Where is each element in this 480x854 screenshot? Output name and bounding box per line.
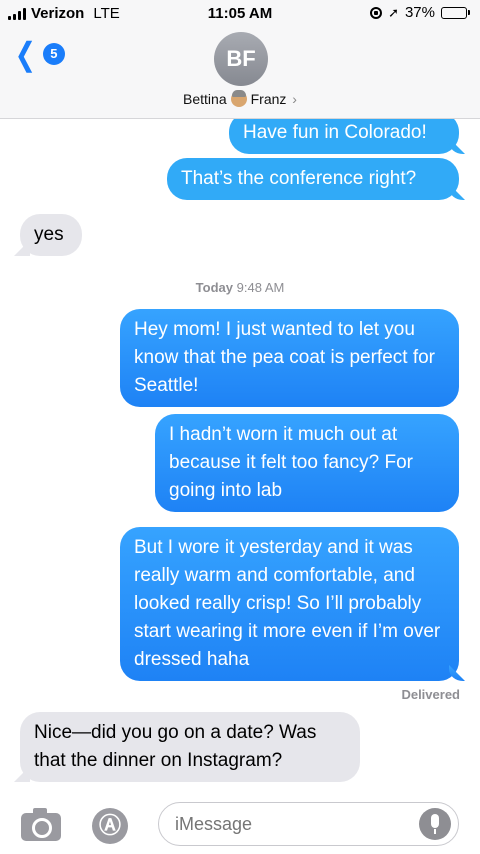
compose-bar: Ⓐ — [0, 798, 480, 854]
app-store-button[interactable]: Ⓐ — [92, 808, 128, 844]
thread-timestamp: Today 9:48 AM — [0, 280, 480, 295]
contact-name-button[interactable]: Bettina Franz › — [0, 90, 480, 107]
back-button[interactable]: ❮ 5 — [12, 38, 65, 70]
message-outgoing[interactable]: That’s the conference right? — [167, 158, 459, 200]
message-text: Have fun in Colorado! — [243, 122, 427, 143]
grandma-face-icon — [230, 90, 247, 107]
message-text: But I wore it yesterday and it was reall… — [134, 537, 441, 670]
conversation-header: Verizon LTE 11:05 AM ➚ 37% ❮ 5 BF Bettin… — [0, 0, 480, 119]
message-text: Hey mom! I just wanted to let you know t… — [134, 319, 436, 396]
contact-first-name: Bettina — [183, 91, 227, 107]
message-thread[interactable]: Have fun in Colorado! That’s the confere… — [0, 0, 480, 798]
message-text: That’s the conference right? — [181, 168, 417, 189]
orientation-lock-icon — [370, 6, 383, 19]
timestamp-day: Today — [195, 280, 233, 295]
message-input[interactable] — [158, 802, 459, 846]
contact-last-name: Franz — [250, 91, 287, 107]
message-outgoing[interactable]: But I wore it yesterday and it was reall… — [120, 527, 459, 681]
chevron-left-icon: ❮ — [14, 36, 37, 72]
message-incoming[interactable]: yes — [20, 214, 82, 256]
location-arrow-icon: ➚ — [388, 5, 399, 20]
battery-icon — [441, 6, 470, 19]
timestamp-time: 9:48 AM — [236, 280, 285, 295]
message-outgoing[interactable]: I hadn’t worn it much out at because it … — [155, 414, 459, 512]
battery-percent: 37% — [404, 4, 435, 21]
message-incoming[interactable]: Nice—did you go on a date? Was that the … — [20, 712, 360, 782]
message-outgoing[interactable]: Hey mom! I just wanted to let you know t… — [120, 309, 459, 407]
status-bar: Verizon LTE 11:05 AM ➚ 37% — [0, 0, 480, 28]
camera-button[interactable] — [21, 808, 61, 841]
app-store-icon: Ⓐ — [98, 813, 121, 838]
unread-count-badge: 5 — [42, 43, 65, 65]
dictation-mic-button[interactable] — [419, 808, 451, 840]
message-text: Nice—did you go on a date? Was that the … — [34, 722, 317, 771]
message-text: I hadn’t worn it much out at because it … — [169, 424, 413, 501]
delivered-status: Delivered — [401, 687, 460, 702]
message-text: yes — [34, 224, 64, 245]
chevron-right-icon: › — [292, 91, 297, 107]
contact-avatar[interactable]: BF — [214, 32, 268, 86]
